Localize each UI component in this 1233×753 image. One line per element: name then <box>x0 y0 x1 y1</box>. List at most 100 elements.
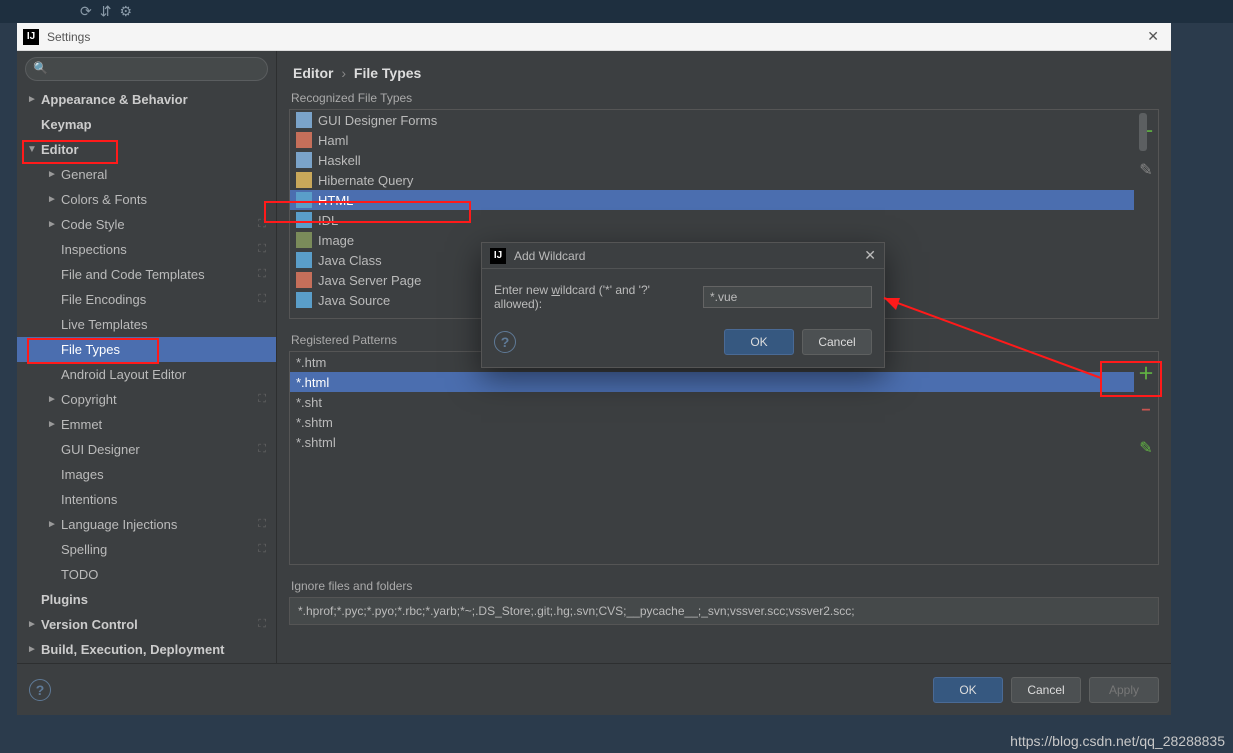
file-type-label: Java Class <box>318 253 382 268</box>
watermark: https://blog.csdn.net/qq_28288835 <box>1010 733 1225 749</box>
scope-icon: ⛶ <box>258 618 266 631</box>
tree-arrow-icon: ► <box>47 394 61 405</box>
sidebar-item[interactable]: File Encodings⛶ <box>17 287 276 312</box>
sidebar-item[interactable]: Plugins <box>17 587 276 612</box>
file-type-row[interactable]: HTML <box>290 190 1134 210</box>
wildcard-label: Enter new wildcard ('*' and '?' allowed)… <box>494 283 695 311</box>
sidebar-item-label: Plugins <box>41 592 88 607</box>
breadcrumb-sep: › <box>341 65 346 81</box>
scope-icon: ⛶ <box>258 268 266 281</box>
modal-help-icon[interactable]: ? <box>494 331 516 353</box>
file-type-icon <box>296 132 312 148</box>
sidebar-item-label: Images <box>61 467 104 482</box>
scope-icon: ⛶ <box>258 543 266 556</box>
sidebar-item[interactable]: Intentions <box>17 487 276 512</box>
sidebar-item[interactable]: Keymap <box>17 112 276 137</box>
pattern-row[interactable]: *.shtml <box>290 432 1134 452</box>
sidebar-item[interactable]: ►Version Control⛶ <box>17 612 276 637</box>
app-icon: IJ <box>490 248 506 264</box>
cancel-button[interactable]: Cancel <box>1011 677 1081 703</box>
edit-pattern-icon[interactable]: ✎ <box>1139 438 1152 458</box>
ignore-label: Ignore files and folders <box>289 579 1159 597</box>
sidebar-item[interactable]: GUI Designer⛶ <box>17 437 276 462</box>
ignore-files-input[interactable] <box>289 597 1159 625</box>
apply-button: Apply <box>1089 677 1159 703</box>
edit-file-type-icon[interactable]: ✎ <box>1139 160 1152 180</box>
sidebar-item[interactable]: TODO <box>17 562 276 587</box>
pattern-label: *.html <box>296 375 329 390</box>
modal-ok-button[interactable]: OK <box>724 329 794 355</box>
sidebar-item[interactable]: Images <box>17 462 276 487</box>
background-toolbar: ⟳ ⇵ ⚙ <box>0 0 1233 23</box>
tree-arrow-icon: ► <box>47 194 61 205</box>
search-icon: 🔍 <box>33 61 48 75</box>
sidebar-item[interactable]: Live Templates <box>17 312 276 337</box>
sidebar-item-label: Appearance & Behavior <box>41 92 188 107</box>
remove-pattern-icon[interactable]: − <box>1141 402 1150 420</box>
sidebar-item[interactable]: File and Code Templates ⛶ <box>17 262 276 287</box>
file-type-row[interactable]: Haml <box>290 130 1134 150</box>
file-type-icon <box>296 172 312 188</box>
settings-tree[interactable]: ►Appearance & BehaviorKeymap▼Editor►Gene… <box>17 87 276 663</box>
file-type-icon <box>296 292 312 308</box>
sidebar-item[interactable]: File Types <box>17 337 276 362</box>
toolbar-gear-icon: ⚙ <box>119 3 132 20</box>
sidebar-item-label: File and Code Templates <box>61 267 205 282</box>
patterns-list[interactable]: *.htm*.html*.sht*.shtm*.shtml <box>290 352 1134 564</box>
file-type-label: Java Source <box>318 293 390 308</box>
toolbar-icon: ⇵ <box>100 3 112 20</box>
ok-button[interactable]: OK <box>933 677 1003 703</box>
file-type-row[interactable]: Hibernate Query <box>290 170 1134 190</box>
sidebar-item-label: Code Style <box>61 217 125 232</box>
file-type-row[interactable]: IDL <box>290 210 1134 230</box>
sidebar-item[interactable]: ►Build, Execution, Deployment <box>17 637 276 662</box>
sidebar-item[interactable]: ►Copyright⛶ <box>17 387 276 412</box>
scope-icon: ⛶ <box>258 518 266 531</box>
sidebar-item[interactable]: Android Layout Editor <box>17 362 276 387</box>
sidebar-item[interactable]: ▼Editor <box>17 137 276 162</box>
pattern-row[interactable]: *.shtm <box>290 412 1134 432</box>
file-type-row[interactable]: Haskell <box>290 150 1134 170</box>
window-close-icon[interactable]: ✕ <box>1141 28 1165 45</box>
sidebar-item-label: Live Templates <box>61 317 147 332</box>
sidebar-item-label: GUI Designer <box>61 442 140 457</box>
sidebar-item[interactable]: ►Language Injections⛶ <box>17 512 276 537</box>
file-type-label: IDL <box>318 213 338 228</box>
sidebar-item[interactable]: ►Emmet <box>17 412 276 437</box>
sidebar-item[interactable]: ►General <box>17 162 276 187</box>
breadcrumb-root: Editor <box>293 65 333 81</box>
pattern-row[interactable]: *.html <box>290 372 1134 392</box>
scope-icon: ⛶ <box>258 243 266 256</box>
sidebar-item[interactable]: ►Colors & Fonts <box>17 187 276 212</box>
add-pattern-icon[interactable]: ＋ <box>1138 360 1154 384</box>
tree-arrow-icon: ► <box>47 519 61 530</box>
tree-arrow-icon: ▼ <box>27 144 41 155</box>
pattern-label: *.sht <box>296 395 322 410</box>
sidebar-item[interactable]: Spelling⛶ <box>17 537 276 562</box>
settings-search-input[interactable] <box>25 57 268 81</box>
scope-icon: ⛶ <box>258 393 266 406</box>
scrollbar-thumb[interactable] <box>1139 113 1147 151</box>
modal-close-icon[interactable]: ✕ <box>864 247 876 264</box>
file-type-label: GUI Designer Forms <box>318 113 437 128</box>
breadcrumb-current: File Types <box>354 65 421 81</box>
add-wildcard-dialog: IJ Add Wildcard ✕ Enter new wildcard ('*… <box>481 242 885 368</box>
tree-arrow-icon: ► <box>47 219 61 230</box>
file-type-icon <box>296 272 312 288</box>
pattern-label: *.shtm <box>296 415 333 430</box>
sidebar-item[interactable]: Inspections⛶ <box>17 237 276 262</box>
file-type-row[interactable]: GUI Designer Forms <box>290 110 1134 130</box>
sidebar-item[interactable]: ►Appearance & Behavior <box>17 87 276 112</box>
tree-arrow-icon: ► <box>27 94 41 105</box>
wildcard-input[interactable] <box>703 286 872 308</box>
modal-cancel-button[interactable]: Cancel <box>802 329 872 355</box>
sidebar-item-label: Keymap <box>41 117 92 132</box>
sidebar-item[interactable]: ►Code Style⛶ <box>17 212 276 237</box>
sidebar-item-label: Colors & Fonts <box>61 192 147 207</box>
pattern-row[interactable]: *.sht <box>290 392 1134 412</box>
help-icon[interactable]: ? <box>29 679 51 701</box>
pattern-label: *.shtml <box>296 435 336 450</box>
sidebar-item-label: Editor <box>41 142 79 157</box>
scope-icon: ⛶ <box>258 293 266 306</box>
file-type-icon <box>296 232 312 248</box>
